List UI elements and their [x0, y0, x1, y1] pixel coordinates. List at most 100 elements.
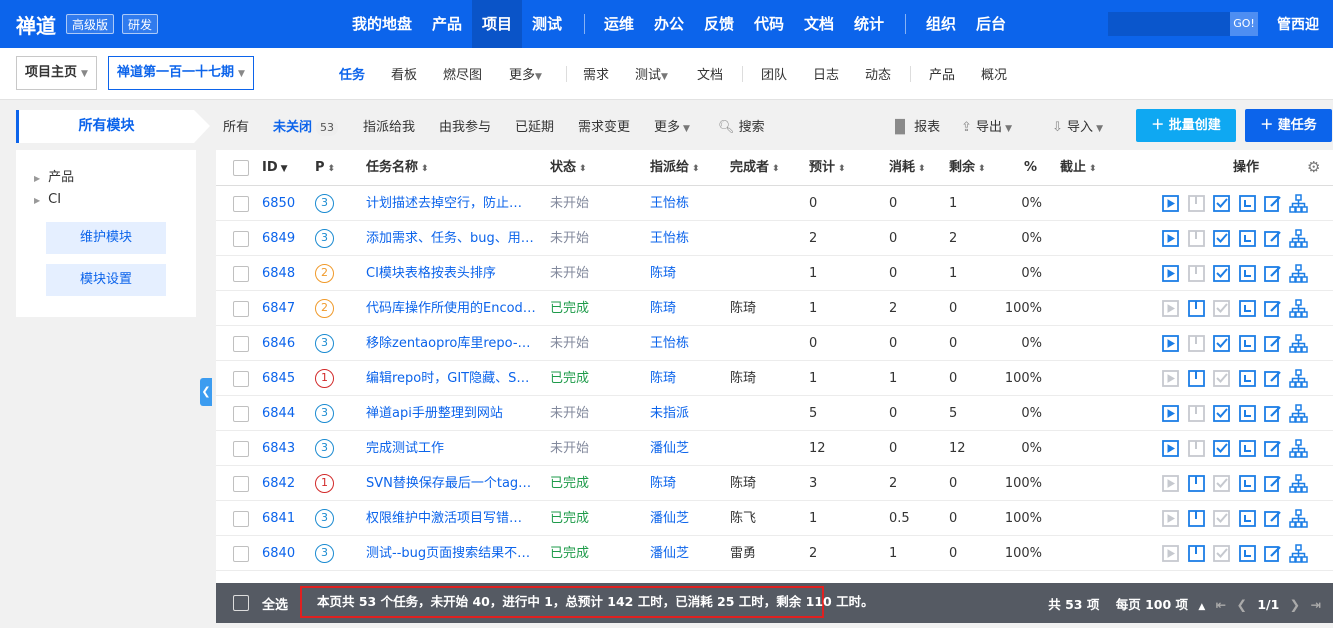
subnav-kanban[interactable]: 看板 [391, 64, 417, 83]
record-hours-icon[interactable] [1238, 369, 1257, 388]
table-row[interactable]: 6840 3 测试--bug页面搜索结果不… 已完成 潘仙芝 雷勇 2 1 0 100% [216, 536, 1333, 571]
task-name-link[interactable]: 测试--bug页面搜索结果不… [366, 536, 536, 571]
assigned-to-link[interactable]: 陈琦 [650, 256, 676, 291]
subtask-icon[interactable] [1288, 404, 1308, 423]
subnav-story[interactable]: 需求 [583, 64, 609, 83]
edit-icon[interactable] [1263, 474, 1282, 493]
tree-item-ci[interactable]: ▶ CI [34, 192, 61, 207]
search-toggle[interactable]: 🔍︎ 搜索 [718, 116, 765, 135]
filter-all[interactable]: 所有 [223, 116, 249, 135]
row-checkbox[interactable] [233, 231, 249, 247]
record-hours-icon[interactable] [1238, 474, 1257, 493]
pause-icon[interactable] [1187, 299, 1206, 318]
task-id[interactable]: 6849 [262, 221, 295, 256]
edit-icon[interactable] [1263, 264, 1282, 283]
start-icon[interactable] [1161, 404, 1180, 423]
start-icon[interactable] [1161, 264, 1180, 283]
finish-icon[interactable] [1212, 264, 1231, 283]
start-icon[interactable] [1161, 229, 1180, 248]
table-row[interactable]: 6845 1 编辑repo时，GIT隐藏、S… 已完成 陈琦 陈琦 1 1 0 100% [216, 361, 1333, 396]
row-checkbox[interactable] [233, 511, 249, 527]
finish-icon[interactable] [1212, 229, 1231, 248]
row-checkbox[interactable] [233, 371, 249, 387]
task-name-link[interactable]: 计划描述去掉空行，防止… [366, 186, 536, 221]
nav-org[interactable]: 组织 [918, 0, 964, 48]
table-row[interactable]: 6843 3 完成测试工作 未开始 潘仙芝 12 0 12 0% [216, 431, 1333, 466]
col-id[interactable]: ID ▼ [262, 150, 288, 185]
task-id[interactable]: 6847 [262, 291, 295, 326]
subnav-team[interactable]: 团队 [761, 64, 787, 83]
col-status[interactable]: 状态 ⬍ [550, 150, 587, 185]
start-icon[interactable] [1161, 439, 1180, 458]
pause-icon[interactable] [1187, 509, 1206, 528]
assigned-to-link[interactable]: 潘仙芝 [650, 431, 689, 466]
start-icon[interactable] [1161, 474, 1180, 493]
record-hours-icon[interactable] [1238, 404, 1257, 423]
assigned-to-link[interactable]: 潘仙芝 [650, 501, 689, 536]
nav-admin[interactable]: 后台 [968, 0, 1014, 48]
edit-icon[interactable] [1263, 229, 1282, 248]
report-button[interactable]: ▐▌ 报表 [890, 116, 940, 135]
filter-delayed[interactable]: 已延期 [515, 116, 554, 135]
subnav-test[interactable]: 测试▼ [635, 64, 668, 83]
subtask-icon[interactable] [1288, 439, 1308, 458]
task-id[interactable]: 6850 [262, 186, 295, 221]
import-button[interactable]: ⇩ 导入 ▼ [1052, 116, 1103, 135]
edit-icon[interactable] [1263, 509, 1282, 528]
col-name[interactable]: 任务名称 ⬍ [366, 150, 429, 185]
filter-more[interactable]: 更多 ▼ [654, 116, 690, 135]
start-icon[interactable] [1161, 194, 1180, 213]
task-name-link[interactable]: SVN替换保存最后一个tag… [366, 466, 536, 501]
filter-story-changed[interactable]: 需求变更 [578, 116, 630, 135]
task-name-link[interactable]: 移除zentaopro库里repo->… [366, 326, 536, 361]
finish-icon[interactable] [1212, 544, 1231, 563]
finish-icon[interactable] [1212, 194, 1231, 213]
create-task-button[interactable]: ＋ 建任务 [1245, 109, 1332, 142]
start-icon[interactable] [1161, 299, 1180, 318]
record-hours-icon[interactable] [1238, 264, 1257, 283]
subnav-log[interactable]: 日志 [813, 64, 839, 83]
row-checkbox[interactable] [233, 476, 249, 492]
row-checkbox[interactable] [233, 266, 249, 282]
pause-icon[interactable] [1187, 264, 1206, 283]
select-all-checkbox[interactable] [233, 160, 249, 176]
pause-icon[interactable] [1187, 439, 1206, 458]
task-name-link[interactable]: 权限维护中激活项目写错… [366, 501, 536, 536]
table-row[interactable]: 6846 3 移除zentaopro库里repo->… 未开始 王怡栋 0 0 0 0% [216, 326, 1333, 361]
edit-icon[interactable] [1263, 439, 1282, 458]
start-icon[interactable] [1161, 544, 1180, 563]
pause-icon[interactable] [1187, 544, 1206, 563]
finish-icon[interactable] [1212, 369, 1231, 388]
nav-test[interactable]: 测试 [524, 0, 570, 48]
footer-select-all-checkbox[interactable] [233, 595, 249, 611]
export-button[interactable]: ⇪ 导出 ▼ [961, 116, 1012, 135]
row-checkbox[interactable] [233, 441, 249, 457]
col-pri[interactable]: P ⬍ [315, 150, 335, 185]
table-row[interactable]: 6847 2 代码库操作所使用的Encod… 已完成 陈琦 陈琦 1 2 0 100% [216, 291, 1333, 326]
subnav-overview[interactable]: 概况 [981, 64, 1007, 83]
edit-icon[interactable] [1263, 544, 1282, 563]
task-id[interactable]: 6840 [262, 536, 295, 571]
row-checkbox[interactable] [233, 546, 249, 562]
record-hours-icon[interactable] [1238, 334, 1257, 353]
breadcrumb-project[interactable]: 禅道第一百一十七期 ▼ [108, 56, 254, 90]
nav-doc[interactable]: 文档 [796, 0, 842, 48]
search-go-button[interactable]: GO! [1230, 12, 1258, 36]
table-row[interactable]: 6841 3 权限维护中激活项目写错… 已完成 潘仙芝 陈飞 1 0.5 0 100% [216, 501, 1333, 536]
filter-unclosed[interactable]: 未关闭 53 [273, 116, 339, 136]
select-all-label[interactable]: 全选 [262, 594, 288, 613]
task-id[interactable]: 6841 [262, 501, 295, 536]
finish-icon[interactable] [1212, 509, 1231, 528]
collapse-sidebar-icon[interactable]: ❮ [200, 378, 212, 406]
nav-project[interactable]: 项目 [472, 0, 522, 48]
subtask-icon[interactable] [1288, 229, 1308, 248]
table-row[interactable]: 6850 3 计划描述去掉空行，防止… 未开始 王怡栋 0 0 1 0% [216, 186, 1333, 221]
col-assigned[interactable]: 指派给 ⬍ [650, 150, 700, 185]
assigned-to-link[interactable]: 王怡栋 [650, 326, 689, 361]
pause-icon[interactable] [1187, 334, 1206, 353]
row-checkbox[interactable] [233, 196, 249, 212]
task-id[interactable]: 6848 [262, 256, 295, 291]
task-name-link[interactable]: CI模块表格按表头排序 [366, 256, 536, 291]
prev-page-icon[interactable]: ❮ [1237, 597, 1247, 612]
finish-icon[interactable] [1212, 299, 1231, 318]
